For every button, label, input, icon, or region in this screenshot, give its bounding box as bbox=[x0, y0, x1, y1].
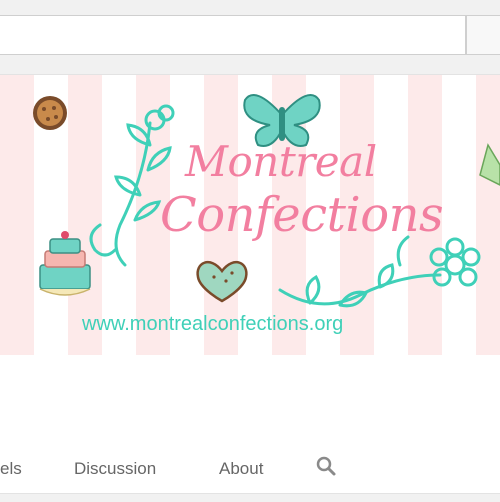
tabs-divider bbox=[0, 493, 500, 502]
channel-page: Montreal Confections www.montrealconfect… bbox=[0, 74, 500, 502]
treat-icon bbox=[479, 143, 500, 186]
cookie-icon bbox=[33, 96, 67, 130]
cake-icon bbox=[39, 231, 91, 296]
banner-url: www.montrealconfections.org bbox=[82, 313, 344, 335]
tab-discussion[interactable]: Discussion bbox=[74, 459, 156, 479]
flower-icon bbox=[429, 237, 481, 287]
channel-tabs: els Discussion About bbox=[0, 451, 500, 491]
search-icon[interactable] bbox=[315, 455, 337, 482]
tab-channels[interactable]: els bbox=[0, 459, 22, 479]
tab-about[interactable]: About bbox=[219, 459, 263, 479]
heart-cookie-icon bbox=[196, 260, 248, 303]
search-submit-button[interactable] bbox=[466, 15, 500, 55]
floral-branch-right bbox=[278, 235, 442, 308]
channel-banner: Montreal Confections www.montrealconfect… bbox=[0, 75, 500, 355]
banner-title-line2: Confections bbox=[160, 187, 444, 243]
banner-title-line1: Montreal bbox=[185, 137, 377, 186]
search-input[interactable] bbox=[0, 15, 466, 55]
browser-top-bar bbox=[0, 0, 500, 74]
